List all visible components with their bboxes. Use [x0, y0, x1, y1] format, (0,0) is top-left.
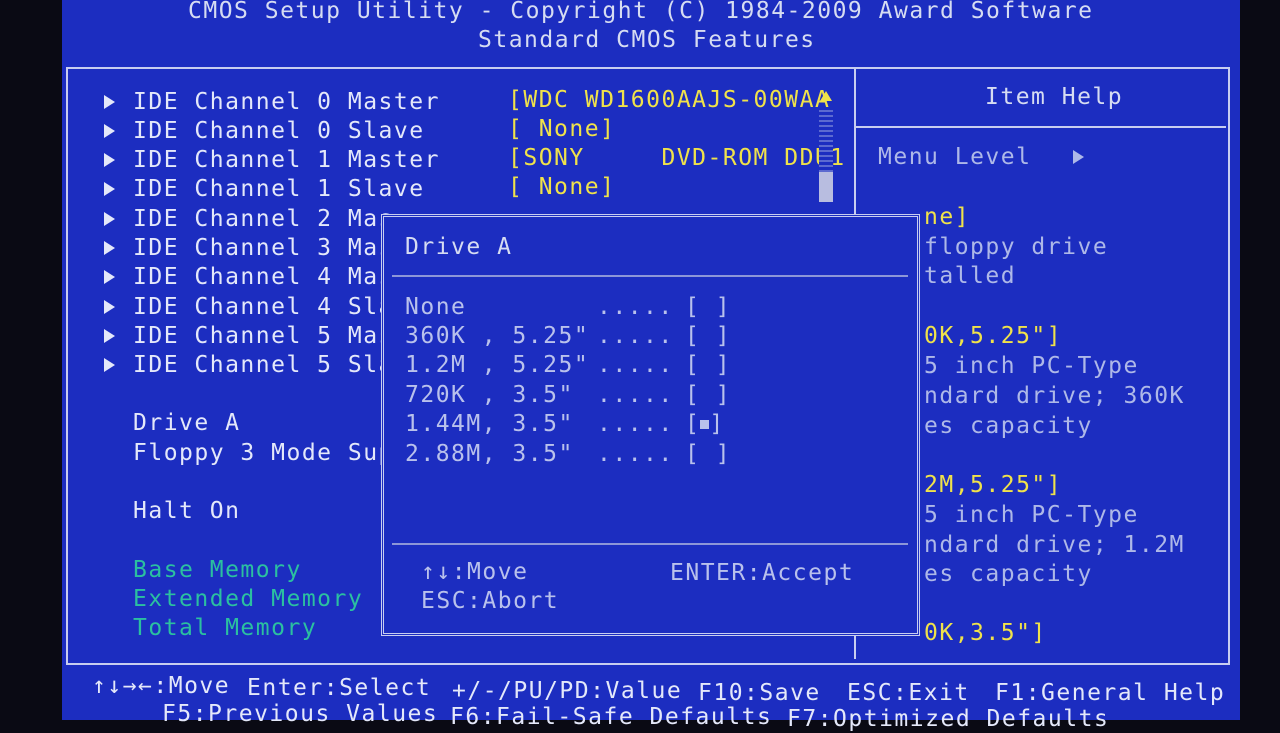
help-line: 5 inch PC-Type	[924, 502, 1139, 528]
submenu-arrow-icon	[104, 153, 115, 167]
item-label: IDE Channel 0 Master	[133, 89, 440, 115]
dialog-title: Drive A	[405, 234, 513, 260]
footer-hint-failsafe: F6:Fail-Safe Defaults	[450, 704, 773, 730]
item-value: [ None]	[508, 116, 616, 142]
option-label: 360K , 5.25"	[405, 323, 590, 349]
help-line: 0K,5.25"]	[924, 323, 1063, 349]
floppy-3-mode-item[interactable]: Floppy 3 Mode Sup	[133, 439, 394, 467]
footer-hint-help: F1:General Help	[995, 680, 1226, 706]
submenu-arrow-icon	[104, 182, 115, 196]
extended-memory-label: Extended Memory	[133, 586, 364, 612]
halt-on-item[interactable]: Halt On	[133, 497, 240, 525]
scrollbar-thumb[interactable]	[819, 172, 833, 202]
total-memory-label: Total Memory	[133, 615, 318, 641]
option-dots: .....	[597, 294, 674, 320]
dialog-title-divider	[392, 275, 908, 277]
option-label: None	[405, 294, 467, 320]
menu-level-label: Menu Level	[878, 144, 1032, 170]
footer-hint-optimized: F7:Optimized Defaults	[787, 706, 1110, 732]
item-help-title: Item Help	[985, 84, 1124, 110]
item-label: IDE Channel 1 Slave	[133, 176, 425, 202]
scroll-up-icon[interactable]	[820, 91, 832, 101]
submenu-arrow-icon	[104, 300, 115, 314]
footer-hint-move: ↑↓→←:Move	[92, 673, 231, 699]
option-label: 1.2M , 5.25"	[405, 352, 590, 378]
drive-a-item[interactable]: Drive A	[133, 409, 240, 437]
item-label: IDE Channel 4 Sla	[133, 294, 394, 320]
option-radio: [ ]	[685, 323, 732, 349]
item-label: IDE Channel 0 Slave	[133, 118, 425, 144]
option-label: 1.44M, 3.5"	[405, 411, 574, 437]
help-line: ne]	[924, 204, 971, 230]
base-memory-label: Base Memory	[133, 557, 302, 583]
submenu-arrow-icon	[104, 358, 115, 372]
item-label: IDE Channel 5 Sla	[133, 352, 394, 378]
item-label: IDE Channel 4 Mas	[133, 264, 394, 290]
page-title: Standard CMOS Features	[478, 27, 816, 53]
dialog-hint-abort: ESC:Abort	[421, 588, 560, 614]
item-label: IDE Channel 2 Mas	[133, 206, 394, 232]
submenu-arrow-icon	[104, 241, 115, 255]
help-line: talled	[924, 263, 1017, 289]
item-value: [WDC WD1600AAJS-00WAA	[508, 87, 831, 113]
option-radio: [ ]	[685, 382, 732, 408]
menu-level-arrow-icon	[1073, 150, 1084, 164]
option-radio-selected: []	[685, 411, 725, 437]
submenu-arrow-icon	[104, 124, 115, 138]
dialog-hint-move: ↑↓:Move	[421, 559, 529, 585]
option-radio: [ ]	[685, 352, 732, 378]
option-dots: .....	[597, 382, 674, 408]
footer-hint-previous: F5:Previous Values	[162, 701, 439, 727]
footer-hint-exit: ESC:Exit	[847, 680, 970, 706]
dialog-hint-accept: ENTER:Accept	[670, 560, 855, 586]
help-title-divider	[856, 126, 1226, 128]
item-value: [ None]	[508, 174, 616, 200]
option-dots: .....	[597, 441, 674, 467]
help-line: es capacity	[924, 413, 1093, 439]
item-value: [SONY DVD-ROM DDU1	[508, 145, 846, 171]
option-dots: .....	[597, 411, 674, 437]
help-line: floppy drive	[924, 234, 1109, 260]
submenu-arrow-icon	[104, 270, 115, 284]
help-line: ndard drive; 1.2M	[924, 532, 1185, 558]
item-label: IDE Channel 5 Mas	[133, 323, 394, 349]
submenu-arrow-icon	[104, 95, 115, 109]
help-line: ndard drive; 360K	[924, 383, 1185, 409]
submenu-arrow-icon	[104, 329, 115, 343]
option-dots: .....	[597, 352, 674, 378]
help-line: 0K,3.5"]	[924, 620, 1047, 646]
footer-hint-value: +/-/PU/PD:Value	[452, 678, 683, 704]
item-label: IDE Channel 1 Master	[133, 147, 440, 173]
option-dots: .....	[597, 323, 674, 349]
item-label: IDE Channel 3 Mas	[133, 235, 394, 261]
help-line: 5 inch PC-Type	[924, 353, 1139, 379]
option-label: 720K , 3.5"	[405, 382, 574, 408]
option-radio: [ ]	[685, 441, 732, 467]
submenu-arrow-icon	[104, 212, 115, 226]
dialog-hint-divider	[392, 543, 908, 545]
option-radio: [ ]	[685, 294, 732, 320]
header-title: CMOS Setup Utility - Copyright (C) 1984-…	[188, 0, 1094, 24]
selected-indicator-icon	[700, 420, 710, 429]
option-label: 2.88M, 3.5"	[405, 441, 574, 467]
help-line: 2M,5.25"]	[924, 472, 1063, 498]
help-line: es capacity	[924, 561, 1093, 587]
footer-hint-select: Enter:Select	[247, 675, 432, 701]
